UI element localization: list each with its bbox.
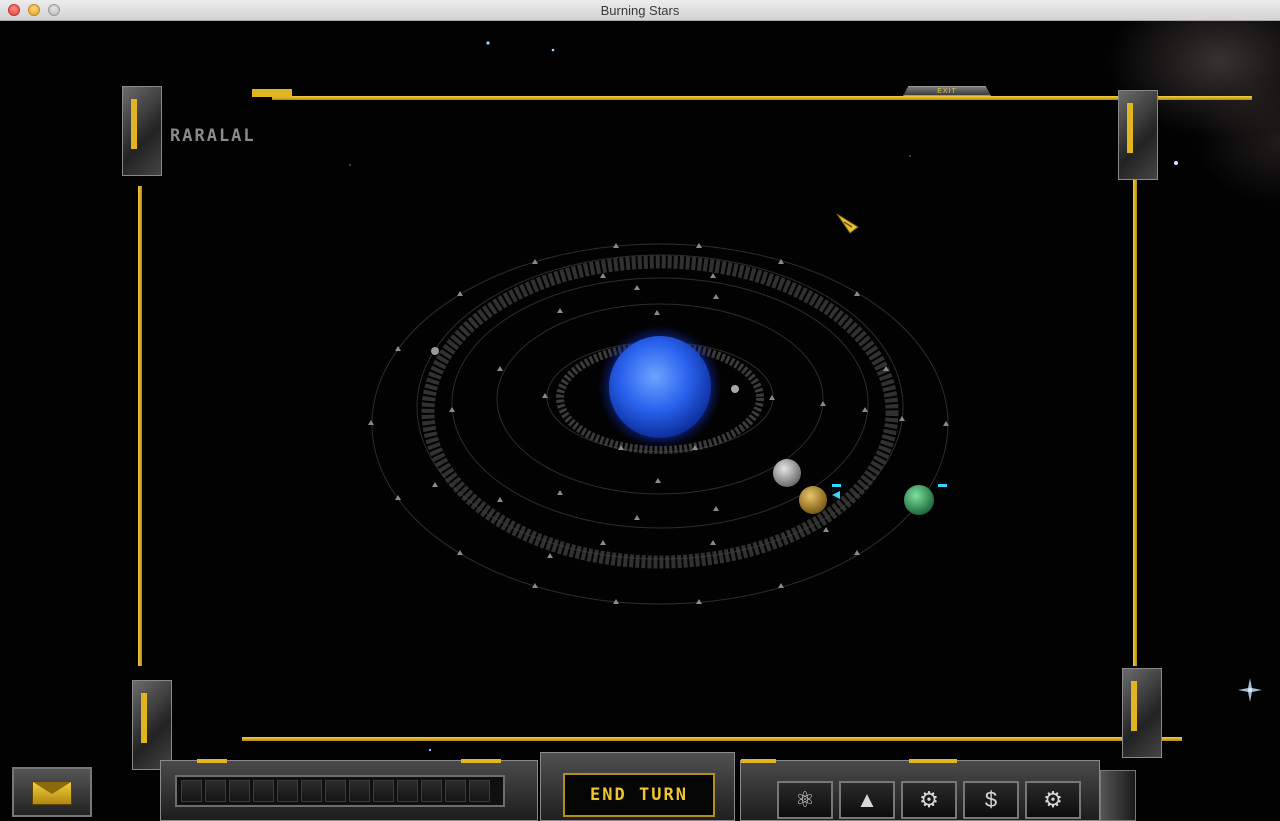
frame-corner-top-right [1118, 90, 1158, 180]
frame-corner-top-left [122, 86, 162, 176]
envelope-icon [32, 781, 72, 805]
queue-slot[interactable] [229, 780, 250, 802]
queue-slot[interactable] [301, 780, 322, 802]
exit-button[interactable]: EXIT [903, 86, 991, 96]
system-name-label: RARALAL [170, 126, 256, 146]
queue-slot[interactable] [397, 780, 418, 802]
mail-button[interactable] [12, 767, 92, 817]
end-turn-button[interactable]: END TURN [563, 773, 715, 817]
system-view-frame: EXIT RARALAL [122, 86, 1252, 770]
queue-slot[interactable] [181, 780, 202, 802]
ships-button[interactable]: ▲ [839, 781, 895, 819]
hud-accent [461, 759, 501, 763]
hud-accent [197, 759, 227, 763]
title-bar: Burning Stars [0, 0, 1280, 21]
queue-slot[interactable] [205, 780, 226, 802]
hud-edge [1100, 770, 1136, 821]
queue-slot[interactable] [469, 780, 490, 802]
frame-corner-bottom-right [1122, 668, 1162, 758]
gear-icon: ⚙ [919, 787, 939, 812]
hud-accent [909, 759, 957, 763]
economy-button[interactable]: $ [963, 781, 1019, 819]
atom-icon: ⚛ [795, 787, 815, 812]
hud-left-panel [160, 759, 538, 821]
frame-rail-top [272, 96, 1252, 100]
frame-accent [252, 89, 292, 97]
research-button[interactable]: ⚛ [777, 781, 833, 819]
window-title: Burning Stars [600, 3, 680, 18]
dollar-icon: $ [984, 787, 998, 812]
queue-slot[interactable] [445, 780, 466, 802]
queue-slot[interactable] [421, 780, 442, 802]
production-button[interactable]: ⚙ [901, 781, 957, 819]
settings-button[interactable]: ⚙ [1025, 781, 1081, 819]
rocket-icon: ▲ [856, 787, 878, 812]
queue-slot[interactable] [325, 780, 346, 802]
frame-rail-bottom [242, 737, 1182, 741]
hud-accent [741, 759, 776, 763]
queue-slot[interactable] [277, 780, 298, 802]
queue-slot[interactable] [349, 780, 370, 802]
queue-slot[interactable] [253, 780, 274, 802]
hud-center-panel: END TURN [540, 752, 735, 821]
hud-right-panel: ⚛ ▲ ⚙ $ ⚙ [740, 759, 1100, 821]
frame-corner-bottom-left [132, 680, 172, 770]
frame-rail-right [1133, 176, 1137, 666]
queue-slot-bar [175, 775, 505, 807]
gear-icon: ⚙ [1043, 787, 1063, 812]
queue-slot[interactable] [373, 780, 394, 802]
frame-rail-left [138, 186, 142, 666]
